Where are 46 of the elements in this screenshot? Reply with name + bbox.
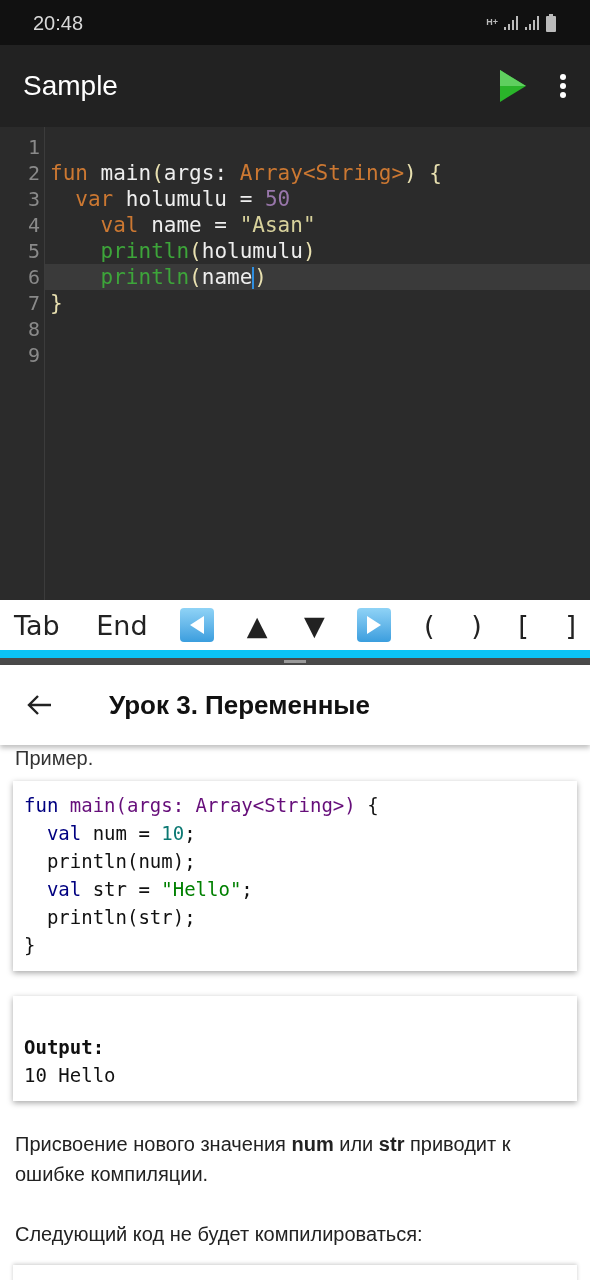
status-time: 20:48 <box>33 10 84 36</box>
drag-handle[interactable] <box>284 660 306 663</box>
output-text: 10 Hello <box>24 1063 117 1088</box>
code-line: var holumulu = 50 <box>74 187 291 211</box>
back-arrow-icon[interactable] <box>27 694 53 716</box>
key-button[interactable]: Tab <box>10 611 64 639</box>
line-number: 7 <box>27 290 40 316</box>
key-button[interactable]: End <box>92 611 152 639</box>
lesson-title: Урок 3. Переменные <box>109 688 370 722</box>
key-button[interactable]: ▼ <box>300 611 329 639</box>
key-button[interactable]: ( <box>420 611 439 639</box>
code-line: } <box>50 291 63 315</box>
code-line: println(str); <box>45 905 197 930</box>
code-line: println(holumulu) <box>99 239 316 263</box>
key-button[interactable]: ▲ <box>242 611 272 639</box>
key-button[interactable]: ] <box>561 611 580 639</box>
code-line: fun main(args: Array<String>) { <box>24 793 380 818</box>
paragraph: Следующий код не будет компилироваться: <box>15 1222 424 1247</box>
line-number: 3 <box>27 186 40 212</box>
code-editor[interactable]: 1 2 3 4 5 6 7 8 9 fun main(args: Array<String>) { var holumulu = 50 val name = "Asan" println(holumulu) println(name) } <box>0 127 590 600</box>
caption-text: Пример. <box>15 747 95 769</box>
code-line: fun main(args: Array<String>) { <box>50 161 442 185</box>
line-number: 9 <box>27 342 40 368</box>
line-number: 6 <box>27 264 40 290</box>
line-number: 2 <box>27 160 40 186</box>
line-number: 4 <box>27 212 40 238</box>
play-icon[interactable] <box>499 69 527 103</box>
code-line: val num = 10; <box>45 821 197 846</box>
network-type: H+ <box>486 18 498 27</box>
code-line: } <box>24 933 37 958</box>
signal-icon <box>503 14 519 31</box>
line-number: 1 <box>27 134 40 160</box>
key-button[interactable]: ) <box>467 611 486 639</box>
line-number: 8 <box>27 316 40 342</box>
code-line: val str = "Hello"; <box>45 877 254 902</box>
paragraph: Присвоение нового значения num или str приводит к ошибке компиляции. <box>15 1132 512 1187</box>
code-line: val name = "Asan" <box>99 213 316 237</box>
signal-icon <box>524 14 540 31</box>
battery-icon <box>545 13 557 32</box>
output-label: Output: <box>24 1035 106 1060</box>
key-button[interactable]: [ <box>514 611 533 639</box>
code-line: println(num); <box>45 849 197 874</box>
line-number: 5 <box>27 238 40 264</box>
code-line: println(name) <box>99 265 267 289</box>
app-title: Sample <box>23 69 119 103</box>
more-menu-icon[interactable] <box>559 74 567 98</box>
